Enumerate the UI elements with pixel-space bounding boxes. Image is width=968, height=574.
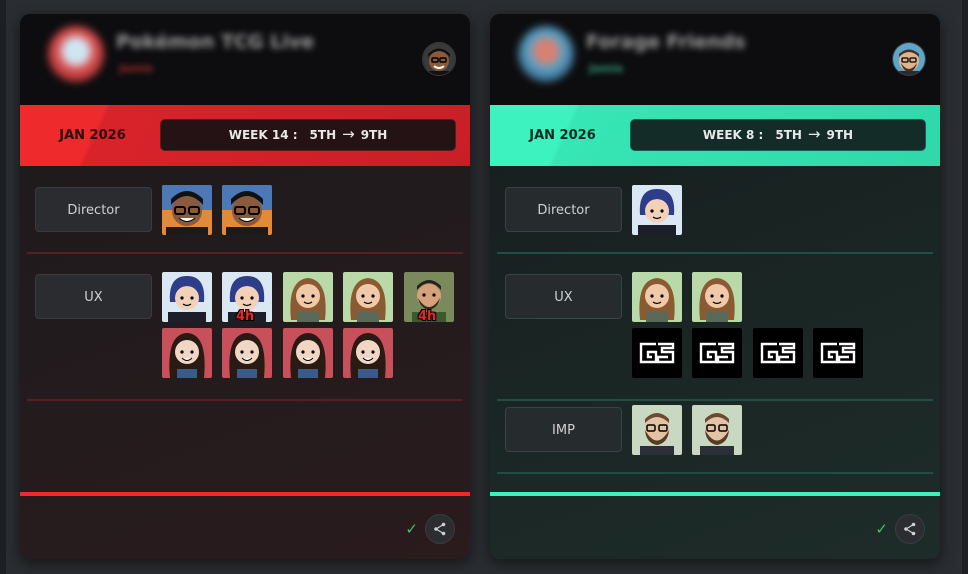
avatar-blue-hair[interactable] — [632, 185, 682, 235]
hours-badge: 4h — [236, 309, 255, 322]
avatar-bearded-glasses[interactable] — [632, 405, 682, 455]
avatar-blue-hair[interactable]: 4h — [222, 272, 272, 322]
gs-logo-icon[interactable] — [753, 328, 803, 378]
card-header: Forage Friends Jamie — [490, 14, 940, 105]
avatar-dark-hair-woman[interactable] — [222, 328, 272, 378]
role-label-imp[interactable]: IMP — [505, 407, 622, 452]
team-subtitle: Jamie — [589, 62, 624, 75]
share-button[interactable] — [425, 514, 455, 544]
avatar-long-brown-hair[interactable] — [632, 272, 682, 322]
avatar-long-brown-hair[interactable] — [343, 272, 393, 322]
gs-logo-icon[interactable] — [813, 328, 863, 378]
week-label: WEEK 8 : — [702, 128, 764, 142]
card-header: Pokémon TCG Live Jamie — [20, 14, 470, 105]
avatar-bearded-glasses[interactable] — [692, 405, 742, 455]
avatar-dark-hair-woman[interactable] — [343, 328, 393, 378]
range-start: 5TH — [309, 128, 337, 142]
arrow-right-icon: → — [342, 125, 355, 143]
row-divider — [27, 399, 463, 401]
month-label: JAN 2026 — [529, 128, 596, 143]
range-start: 5TH — [775, 128, 802, 142]
row-divider — [497, 252, 933, 254]
month-label: JAN 2026 — [59, 128, 126, 143]
owner-avatar[interactable] — [422, 42, 456, 76]
check-icon: ✓ — [875, 520, 888, 538]
avatar-dark-hair-woman[interactable] — [283, 328, 333, 378]
week-band: JAN 2026 WEEK 8 : 5TH → 9TH — [490, 105, 940, 166]
avatar-long-brown-hair[interactable] — [283, 272, 333, 322]
team-logo — [48, 26, 104, 82]
check-icon: ✓ — [405, 520, 418, 538]
team-name: Pokémon TCG Live — [116, 31, 314, 53]
week-band: JAN 2026 WEEK 14 : 5TH → 9TH — [20, 105, 470, 166]
gs-logo-icon[interactable] — [632, 328, 682, 378]
team-name: Forage Friends — [586, 31, 746, 53]
footer-accent-line — [490, 492, 940, 496]
team-logo — [518, 26, 574, 82]
avatar-blue-hair[interactable] — [162, 272, 212, 322]
avatar-bearded-man[interactable]: 4h — [404, 272, 454, 322]
avatar-long-brown-hair[interactable] — [692, 272, 742, 322]
week-range-button[interactable]: WEEK 8 : 5TH → 9TH — [630, 119, 926, 151]
arrow-right-icon: → — [807, 125, 821, 143]
footer-accent-line — [20, 492, 470, 496]
row-divider — [497, 399, 933, 401]
team-subtitle: Jamie — [119, 62, 154, 75]
avatar-director[interactable] — [222, 185, 272, 235]
range-end: 9TH — [826, 128, 854, 142]
week-label: WEEK 14 : — [228, 128, 298, 142]
share-icon — [434, 522, 446, 536]
week-range-button[interactable]: WEEK 14 : 5TH → 9TH — [160, 119, 456, 151]
gs-logo-icon[interactable] — [692, 328, 742, 378]
row-divider — [497, 472, 933, 474]
share-button[interactable] — [895, 514, 925, 544]
project-card-right[interactable]: Forage Friends Jamie JAN 2026 WEEK 8 : 5… — [490, 14, 940, 559]
role-label-ux[interactable]: UX — [35, 274, 152, 319]
range-end: 9TH — [360, 128, 388, 142]
role-label-director[interactable]: Director — [35, 187, 152, 232]
row-divider — [27, 252, 463, 254]
share-icon — [904, 522, 916, 536]
role-label-ux[interactable]: UX — [505, 274, 622, 319]
hours-badge: 4h — [418, 309, 437, 322]
project-card-left[interactable]: Pokémon TCG Live Jamie JAN 2026 WEEK 14 … — [20, 14, 470, 559]
avatar-director[interactable] — [162, 185, 212, 235]
avatar-dark-hair-woman[interactable] — [162, 328, 212, 378]
owner-avatar[interactable] — [892, 42, 926, 76]
role-label-director[interactable]: Director — [505, 187, 622, 232]
